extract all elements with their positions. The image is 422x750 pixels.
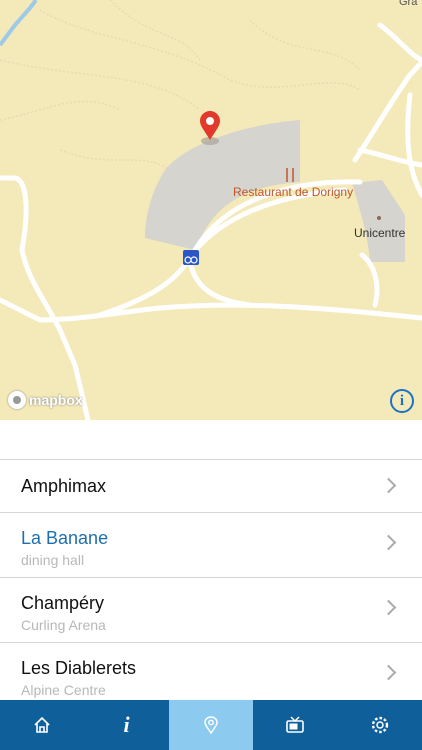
chevron-right-icon <box>380 599 397 616</box>
mapbox-icon <box>8 391 26 409</box>
info-icon[interactable]: i <box>390 389 414 413</box>
gear-icon <box>371 716 389 734</box>
list-item[interactable]: Amphimax <box>0 460 422 513</box>
tab-tv[interactable] <box>253 700 337 750</box>
tv-icon <box>286 716 305 733</box>
map-label-unicentre[interactable]: Unicentre <box>354 226 405 240</box>
list-item-title: La Banane <box>21 528 109 548</box>
places-list: Amphimax La Banane dining hall Champéry … <box>0 459 422 708</box>
list-item-title: Les Diablerets <box>21 658 137 678</box>
list-item-title: Amphimax <box>21 476 107 496</box>
chevron-right-icon <box>380 664 397 681</box>
mapbox-logo[interactable]: mapbox <box>8 391 83 409</box>
tab-location[interactable] <box>168 700 254 750</box>
map-canvas <box>0 0 422 420</box>
map-pin-icon[interactable] <box>200 111 220 145</box>
tab-settings[interactable] <box>338 700 422 750</box>
location-icon <box>204 716 218 735</box>
mapbox-text: mapbox <box>29 392 83 408</box>
info-icon: i <box>123 712 130 737</box>
tab-info[interactable]: i <box>84 700 168 750</box>
list-item[interactable]: Champéry Curling Arena <box>0 578 422 643</box>
tab-bar: i <box>0 700 422 750</box>
map-label-restaurant[interactable]: Restaurant de Dorigny <box>233 185 353 199</box>
list-item-subtitle: Alpine Centre <box>21 682 106 698</box>
map-label-partial: Gra <box>399 0 418 8</box>
home-icon <box>34 716 50 733</box>
list-item-subtitle: Curling Arena <box>21 617 106 633</box>
list-item-subtitle: dining hall <box>21 552 85 568</box>
chevron-right-icon <box>380 534 397 551</box>
tab-home[interactable] <box>0 700 84 750</box>
list-item[interactable]: Les Diablerets Alpine Centre <box>0 643 422 708</box>
bike-icon <box>183 250 199 265</box>
map-view[interactable]: Gra Restaurant de Dorigny Unicentre mapb… <box>0 0 422 420</box>
chevron-right-icon <box>380 477 397 494</box>
list-item-title: Champéry <box>21 593 105 613</box>
list-item[interactable]: La Banane dining hall <box>0 513 422 578</box>
